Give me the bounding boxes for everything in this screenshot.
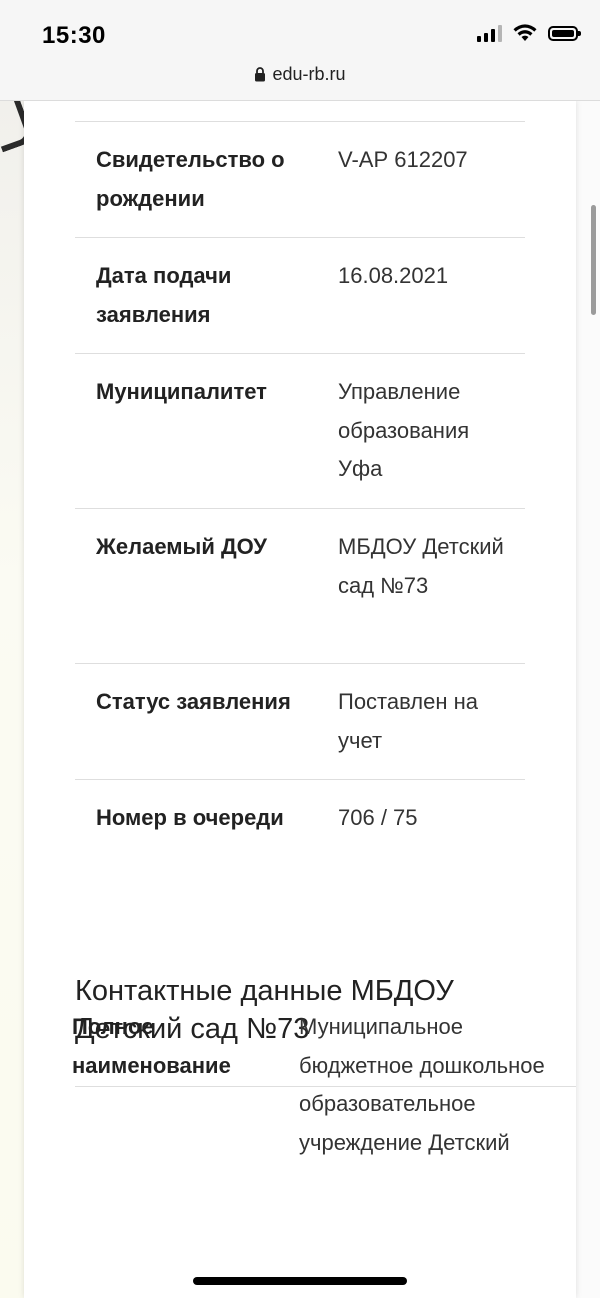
page-background-left [0,97,35,1298]
row-value: Поставлен на учет [338,689,479,753]
row-value: МБДОУ Детский сад №73 [338,534,504,598]
row-label: Свидетельство о рождении [96,147,285,211]
browser-chrome: 15:30 edu-rb.ru [0,0,600,101]
scrollbar[interactable] [591,205,596,315]
page-background-right [576,100,600,1298]
contact-row-value: Муниципальное бюджетное дошкольное образ… [299,1014,545,1155]
info-row-municipality: Муниципалитет Управление образования Уфа [75,353,525,509]
row-label: Муниципалитет [96,379,267,404]
info-row-birth-certificate: Свидетельство о рождении V-АР 612207 [75,121,525,238]
row-value: 16.08.2021 [338,263,449,288]
row-label: Желаемый ДОУ [96,534,267,559]
url-text: edu-rb.ru [272,64,346,84]
row-value: Управление образования Уфа [338,379,470,481]
cellular-signal-icon [477,24,502,42]
home-indicator[interactable] [193,1277,407,1285]
status-icons [477,24,581,42]
row-label: Номер в очереди [96,805,284,830]
row-label: Статус заявления [96,689,291,714]
info-row-application-status: Статус заявления Поставлен на учет [75,663,525,780]
status-time: 15:30 [42,22,106,49]
address-bar[interactable]: edu-rb.ru [0,64,600,85]
contact-row-label: Полное наименование [72,1014,231,1078]
battery-icon [548,25,581,41]
wifi-icon [513,24,537,41]
lock-icon [255,67,266,82]
row-label: Дата подачи заявления [96,263,232,327]
row-value: V-АР 612207 [338,147,468,172]
info-row-queue-number: Номер в очереди 706 / 75 [75,779,525,895]
info-row-submission-date: Дата подачи заявления 16.08.2021 [75,237,525,354]
info-row-desired-kindergarten: Желаемый ДОУ МБДОУ Детский сад №73 [75,508,525,664]
row-value: 706 / 75 [338,805,418,830]
